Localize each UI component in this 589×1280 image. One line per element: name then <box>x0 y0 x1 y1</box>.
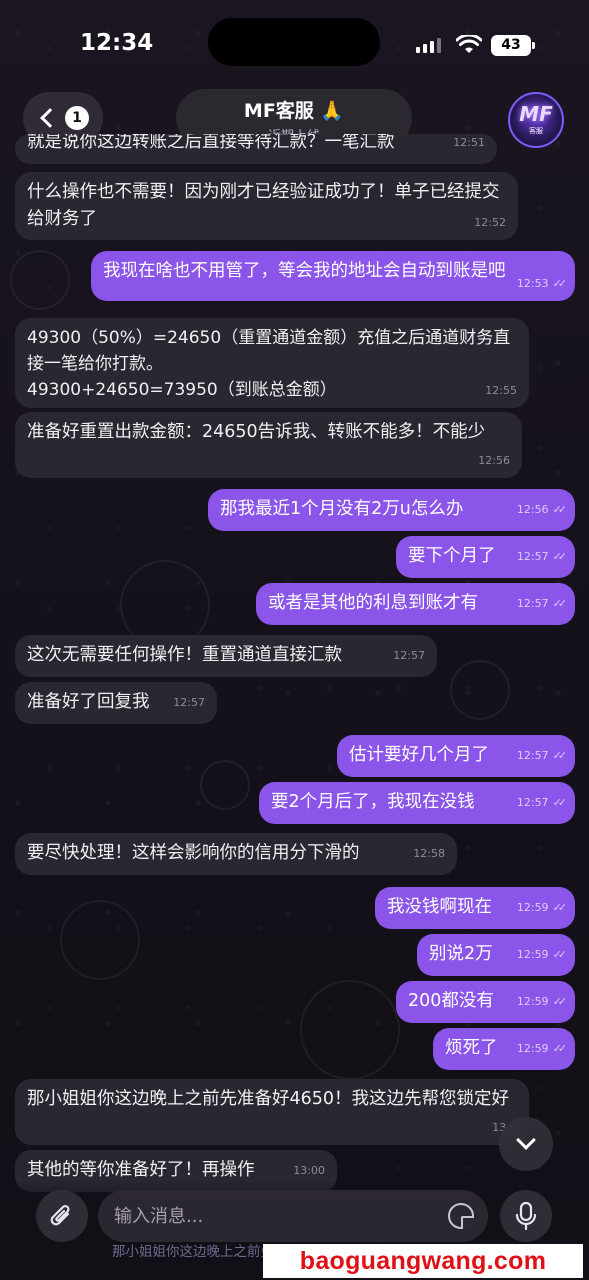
message-time: 12:56 <box>478 454 510 467</box>
message-text-line2: 49300+24650=73950（到账总金额） <box>27 380 337 400</box>
message-time: 12:52 <box>474 216 506 229</box>
clock: 12:34 <box>80 30 154 56</box>
message-text: 或者是其他的利息到账才有 <box>268 593 478 613</box>
battery-icon: 43 <box>491 35 535 56</box>
message-bubble[interactable]: 什么操作也不需要！因为刚才已经验证成功了！单子已经提交给财务了 12:52 <box>15 172 518 240</box>
wifi-icon <box>456 35 482 53</box>
message-text: 49300（50%）=24650（重置通道金额）充值之后通道财务直接一笔给你打款… <box>27 328 511 374</box>
message-time: 12:57 <box>516 796 549 809</box>
read-check-icon: ✓✓ <box>552 277 568 290</box>
read-check-icon: ✓✓ <box>552 995 568 1008</box>
microphone-icon <box>515 1201 537 1231</box>
message-bubble[interactable]: 这次无需要任何操作！重置通道直接汇款 12:57 <box>15 635 437 677</box>
scroll-to-bottom-button[interactable] <box>499 1117 553 1171</box>
read-check-icon: ✓✓ <box>552 503 568 516</box>
read-check-icon: ✓✓ <box>552 948 568 961</box>
message-text: 我现在啥也不用管了，等会我的地址会自动到账是吧 <box>103 261 506 281</box>
message-time: 12:59 <box>516 901 549 914</box>
message-bubble[interactable]: 别说2万 12:59 ✓✓ <box>417 934 575 976</box>
message-time: 12:57 <box>516 749 549 762</box>
chevron-down-icon <box>516 1130 536 1150</box>
message-bubble[interactable]: 要2个月后了，我现在没钱 12:57 ✓✓ <box>259 782 575 824</box>
message-bubble[interactable]: 准备好了回复我 12:57 <box>15 682 217 724</box>
cellular-signal-icon <box>416 38 441 53</box>
message-text: 就是说你这边转账之后直接等待汇款？一笔汇款 <box>27 134 395 152</box>
paperclip-icon <box>50 1204 70 1226</box>
avatar-label: 客服 <box>529 127 543 135</box>
message-bubble[interactable]: 要下个月了 12:57 ✓✓ <box>396 536 575 578</box>
chevron-left-icon <box>40 108 60 128</box>
status-bar: 12:34 43 <box>0 0 589 88</box>
message-text: 准备好了回复我 <box>27 692 150 712</box>
watermark: baoguangwang.com <box>263 1244 583 1278</box>
message-input[interactable] <box>114 1205 414 1227</box>
message-bubble[interactable]: 或者是其他的利息到账才有 12:57 ✓✓ <box>256 583 575 625</box>
message-text: 要下个月了 <box>408 546 496 566</box>
read-check-icon: ✓✓ <box>552 597 568 610</box>
message-time: 12:59 <box>516 948 549 961</box>
message-text: 200都没有 <box>408 991 494 1011</box>
message-time: 12:57 <box>516 597 549 610</box>
message-text: 我没钱啊现在 <box>387 897 492 917</box>
read-check-icon: ✓✓ <box>552 749 568 762</box>
message-text: 准备好重置出款金额：24650告诉我、转账不能多！不能少 <box>27 422 486 442</box>
message-bubble[interactable]: 就是说你这边转账之后直接等待汇款？一笔汇款 12:51 <box>15 134 497 164</box>
message-bubble[interactable]: 那小姐姐你这边晚上之前先准备好4650！我这边先帮您锁定好 13:0 <box>15 1079 529 1145</box>
unread-badge: 1 <box>65 106 89 130</box>
message-text: 要2个月后了，我现在没钱 <box>271 792 475 812</box>
message-text: 烦死了 <box>445 1038 498 1058</box>
message-text: 估计要好几个月了 <box>349 745 489 765</box>
avatar[interactable]: MF 客服 <box>508 92 564 148</box>
message-time: 12:57 <box>516 550 549 563</box>
read-check-icon: ✓✓ <box>552 1042 568 1055</box>
message-text: 那我最近1个月没有2万u怎么办 <box>220 499 464 519</box>
dynamic-island <box>208 18 380 66</box>
attach-button[interactable] <box>36 1190 88 1242</box>
message-text: 什么操作也不需要！因为刚才已经验证成功了！单子已经提交给财务了 <box>27 182 500 229</box>
message-bubble[interactable]: 那我最近1个月没有2万u怎么办 12:56 ✓✓ <box>208 489 575 531</box>
message-time: 12:57 <box>173 696 205 709</box>
voice-record-button[interactable] <box>500 1190 552 1242</box>
message-time: 12:59 <box>516 995 549 1008</box>
message-time: 12:53 <box>516 277 549 290</box>
message-bubble[interactable]: 准备好重置出款金额：24650告诉我、转账不能多！不能少 12:56 <box>15 412 522 478</box>
contact-name: MF客服 🙏 <box>243 100 345 122</box>
message-input-field[interactable] <box>98 1190 488 1242</box>
message-bubble[interactable]: 我现在啥也不用管了，等会我的地址会自动到账是吧 12:53 ✓✓ <box>91 251 575 301</box>
message-bubble[interactable]: 烦死了 12:59 ✓✓ <box>433 1028 575 1070</box>
message-bubble[interactable]: 49300（50%）=24650（重置通道金额）充值之后通道财务直接一笔给你打款… <box>15 318 529 408</box>
message-text: 那小姐姐你这边晚上之前先准备好4650！我这边先帮您锁定好 <box>27 1089 510 1109</box>
message-bubble[interactable]: 200都没有 12:59 ✓✓ <box>396 981 575 1023</box>
sticker-icon[interactable] <box>448 1203 474 1229</box>
message-bubble[interactable]: 要尽快处理！这样会影响你的信用分下滑的 12:58 <box>15 833 457 875</box>
message-bubble[interactable]: 我没钱啊现在 12:59 ✓✓ <box>375 887 575 929</box>
message-text: 这次无需要任何操作！重置通道直接汇款 <box>27 645 342 665</box>
read-check-icon: ✓✓ <box>552 901 568 914</box>
message-bubble[interactable]: 估计要好几个月了 12:57 ✓✓ <box>337 735 575 777</box>
message-text: 要尽快处理！这样会影响你的信用分下滑的 <box>27 843 360 863</box>
message-time: 12:51 <box>453 136 485 149</box>
read-check-icon: ✓✓ <box>552 796 568 809</box>
message-time: 12:55 <box>485 384 517 397</box>
read-check-icon: ✓✓ <box>552 550 568 563</box>
message-time: 12:58 <box>413 847 445 860</box>
message-text: 别说2万 <box>429 944 493 964</box>
avatar-logo: MF <box>519 102 553 126</box>
message-time: 12:59 <box>516 1042 549 1055</box>
message-time: 12:57 <box>393 649 425 662</box>
message-time: 12:56 <box>516 503 549 516</box>
